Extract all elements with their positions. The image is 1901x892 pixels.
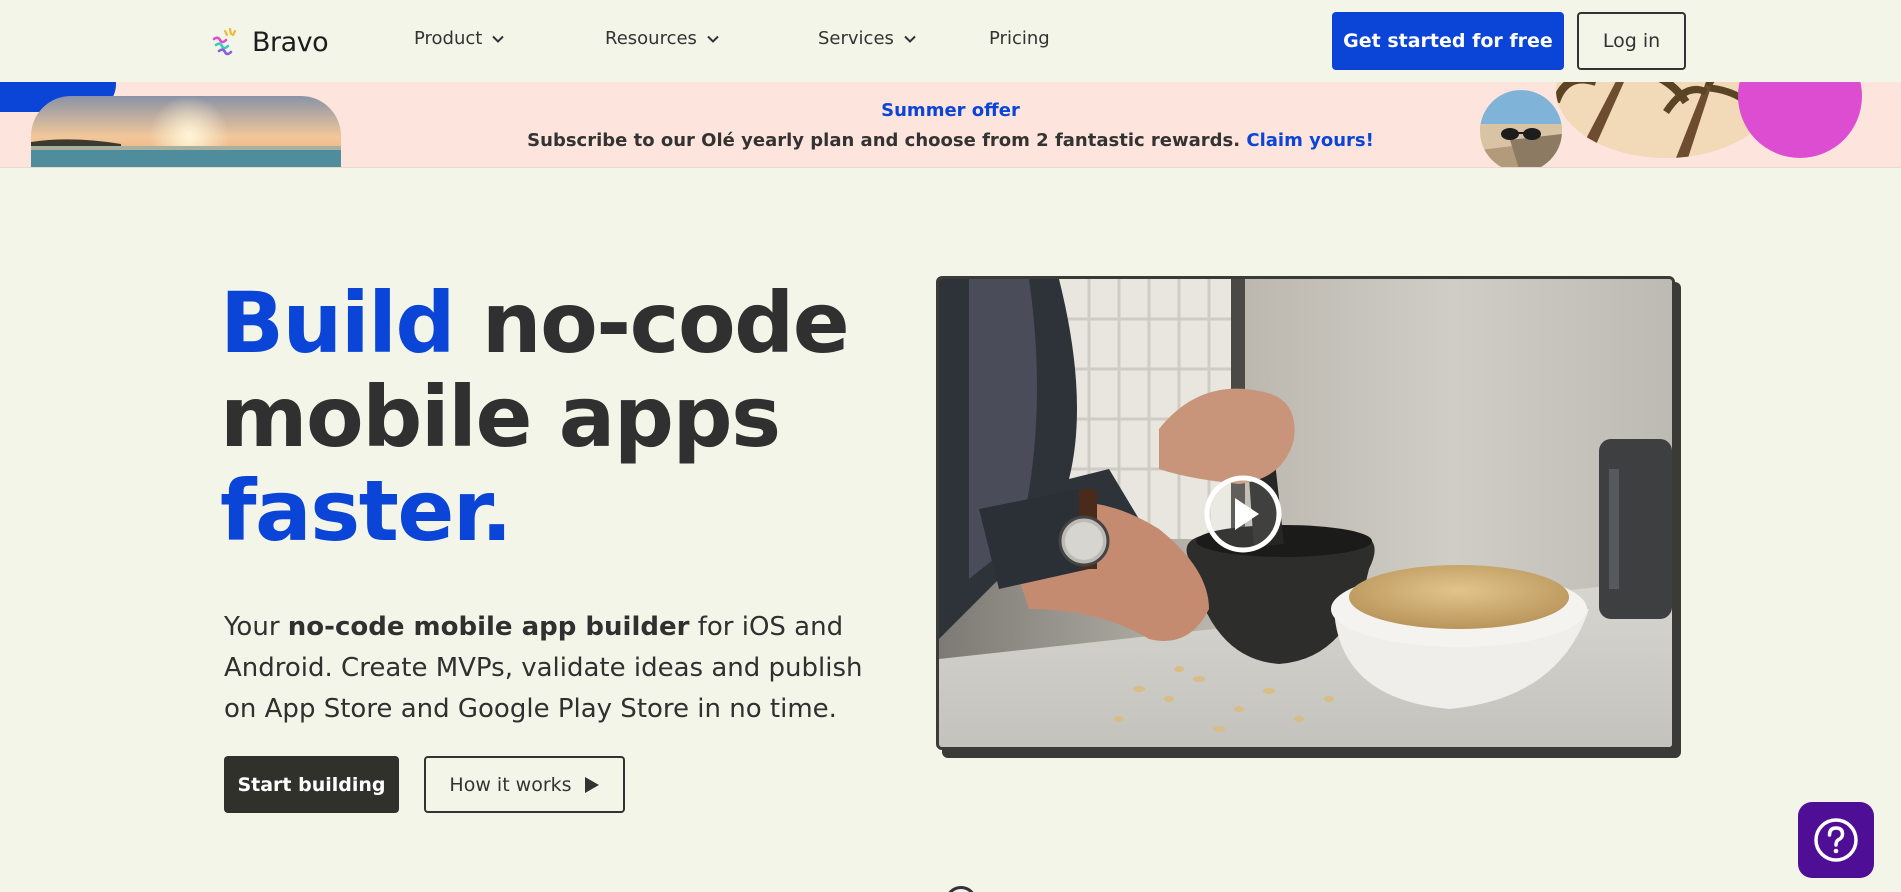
chevron-down-icon: [904, 35, 916, 43]
video-thumbnail: [939, 279, 1672, 747]
how-it-works-button[interactable]: How it works: [424, 756, 625, 813]
logo-text: Bravo: [252, 26, 329, 58]
nav-services-label: Services: [818, 28, 894, 49]
hero-title-line2: mobile apps: [220, 368, 781, 466]
hero-description: Your no-code mobile app builder for iOS …: [224, 607, 874, 730]
banner-text: Subscribe to our Olé yearly plan and cho…: [527, 130, 1241, 151]
get-started-button[interactable]: Get started for free: [1332, 12, 1564, 70]
hero-headline: Build no-code mobile apps faster.: [220, 276, 920, 558]
brand-logo[interactable]: Bravo: [210, 24, 329, 60]
nav-product-label: Product: [414, 28, 483, 49]
hero-title-nocode: no-code: [454, 274, 850, 372]
play-circle-icon[interactable]: [1203, 474, 1283, 554]
help-button[interactable]: [1798, 802, 1874, 878]
hero-desc-bold: no-code mobile app builder: [287, 612, 690, 642]
scroll-indicator-icon: [945, 886, 977, 892]
nav-pricing-label: Pricing: [989, 28, 1050, 49]
chevron-down-icon: [492, 35, 505, 43]
nav-pricing[interactable]: Pricing: [989, 28, 1050, 49]
nav-product[interactable]: Product: [414, 28, 505, 49]
nav-services[interactable]: Services: [818, 28, 917, 49]
hero-desc-part1: Your: [224, 612, 288, 642]
question-mark-icon: [1814, 818, 1858, 862]
site-header: Bravo Product Resources Services Pricing…: [0, 0, 1901, 82]
logo-mark-icon: [212, 27, 237, 56]
chevron-down-icon: [707, 35, 719, 43]
summer-offer-banner: Summer offer Subscribe to our Olé yearly…: [0, 82, 1901, 168]
claim-offer-link[interactable]: Claim yours!: [1246, 130, 1373, 151]
hero-title-faster: faster.: [220, 462, 513, 560]
hero-title-build: Build: [220, 274, 456, 372]
start-building-button[interactable]: Start building: [224, 756, 399, 813]
login-button[interactable]: Log in: [1577, 12, 1686, 70]
nav-resources-label: Resources: [605, 28, 697, 49]
nav-resources[interactable]: Resources: [605, 28, 720, 49]
sunglasses-beach-image: [1480, 90, 1562, 167]
play-icon: [584, 776, 599, 793]
how-it-works-label: How it works: [449, 773, 572, 796]
intro-video[interactable]: [936, 276, 1675, 750]
